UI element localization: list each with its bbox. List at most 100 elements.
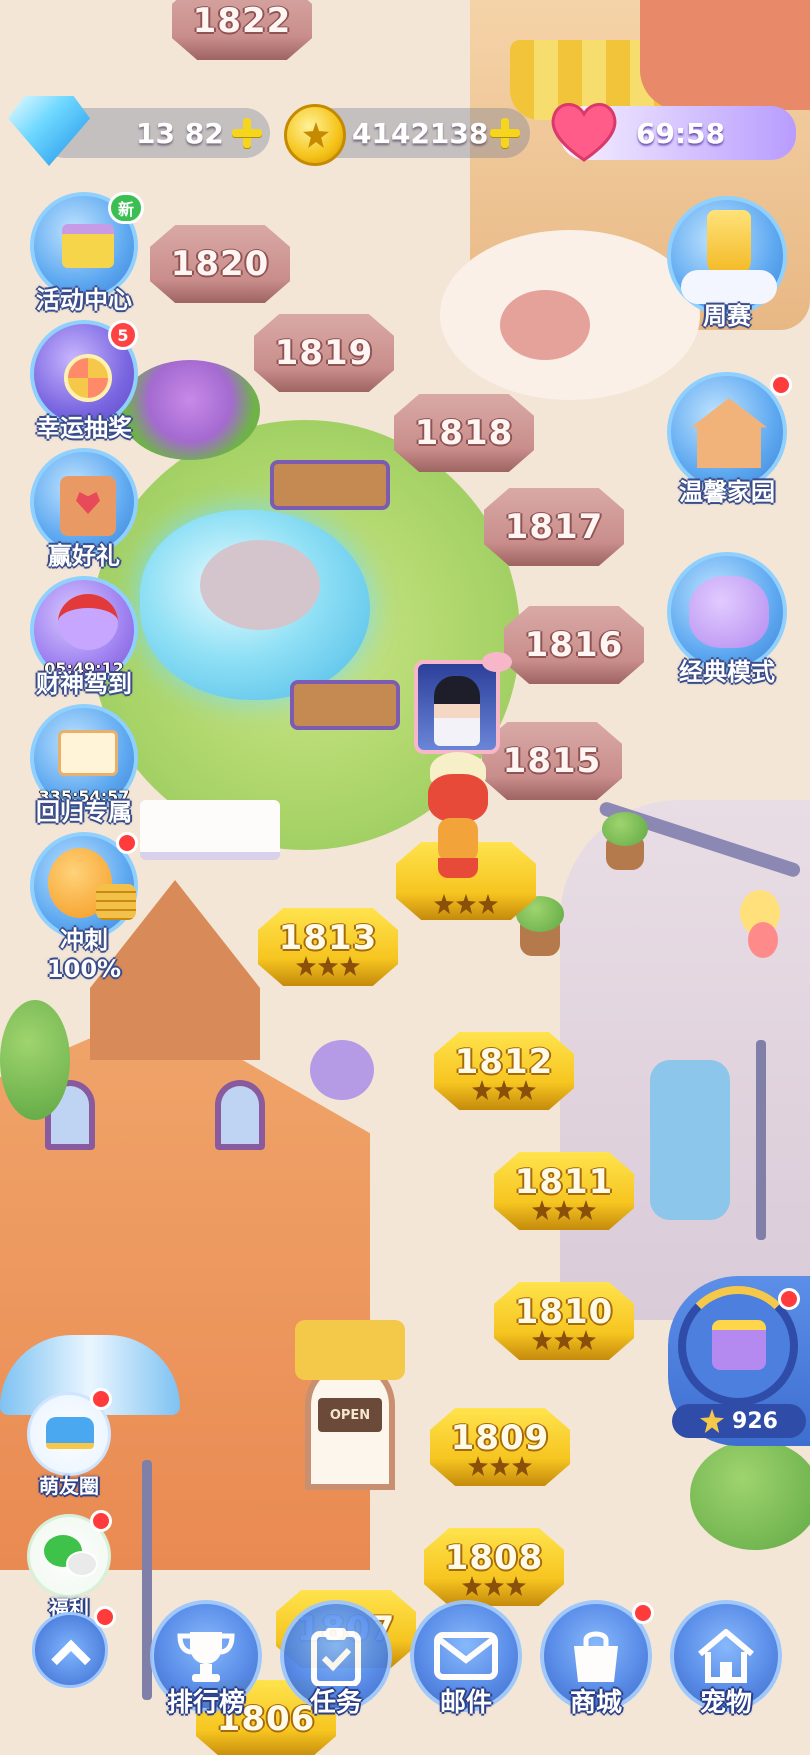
welfare-notification-dot <box>90 1510 112 1532</box>
player-avatar-frame[interactable] <box>414 652 512 754</box>
clipboard-icon <box>311 1628 361 1686</box>
house-icon <box>691 398 767 468</box>
lucky-draw-count-badge: 5 <box>108 320 138 350</box>
collapse-notification-dot <box>94 1606 116 1628</box>
star-icon <box>456 894 476 914</box>
win-gift-button[interactable]: 赢好礼 <box>24 448 144 571</box>
level-1819[interactable]: 1819 <box>254 314 394 392</box>
coin-star-icon <box>303 122 329 148</box>
star-icon <box>478 894 498 914</box>
lucky-draw-button[interactable]: 5 幸运抽奖 <box>24 320 144 443</box>
level-1810[interactable]: 1810 <box>494 1282 634 1360</box>
gift-box-icon <box>62 224 114 268</box>
bow-icon <box>482 652 512 672</box>
add-coin-icon[interactable] <box>490 118 520 148</box>
house-window-2 <box>215 1080 265 1150</box>
paw-print <box>500 290 590 360</box>
prize-wheel-icon <box>64 354 112 402</box>
balloon-pink <box>748 922 778 958</box>
level-number: 1819 <box>274 333 374 373</box>
letter-icon <box>58 730 118 776</box>
door-awning <box>295 1320 405 1380</box>
star-icon <box>516 1080 536 1100</box>
level-1809[interactable]: 1809 <box>430 1408 570 1486</box>
player-avatar <box>434 676 480 746</box>
level-number: 1808 <box>444 1538 544 1578</box>
new-badge: 新 <box>108 192 144 224</box>
friends-circle-button[interactable]: 萌友圈 <box>14 1388 124 1499</box>
level-number: 1816 <box>524 625 624 665</box>
level-1820[interactable]: 1820 <box>150 225 290 303</box>
weekly-contest-button[interactable]: 周赛 <box>660 196 794 331</box>
nav-ranking-label: 排行榜 <box>166 1688 245 1718</box>
classic-mode-label: 经典模式 <box>679 658 775 686</box>
potted-plant-2-leaves <box>602 812 648 846</box>
nav-pets-label: 宠物 <box>699 1688 752 1718</box>
diamond-value: 13 82 <box>136 116 224 150</box>
star-icon <box>532 1200 552 1220</box>
level-1812[interactable]: 1812 <box>434 1032 574 1110</box>
nav-ranking[interactable]: 排行榜 <box>150 1600 262 1740</box>
pet-head <box>428 774 488 822</box>
level-1808[interactable]: 1808 <box>424 1528 564 1606</box>
level-stars <box>532 1330 596 1350</box>
level-stars <box>472 1080 536 1100</box>
level-1811[interactable]: 1811 <box>494 1152 634 1230</box>
star-icon <box>576 1200 596 1220</box>
cozy-home-notification-dot <box>770 374 792 396</box>
activity-center-button[interactable]: 新 活动中心 <box>24 192 144 315</box>
shop-roof <box>640 0 810 110</box>
star-icon <box>434 894 454 914</box>
welfare-button[interactable]: 福利 <box>14 1510 124 1621</box>
add-diamond-icon[interactable] <box>232 118 262 148</box>
map-stage[interactable]: OPEN 1822 1820 1819 1818 1817 1816 1815 … <box>0 0 810 1755</box>
fountain-rock <box>200 540 320 630</box>
shopping-bag-icon <box>574 1631 618 1682</box>
star-icon <box>484 1576 504 1596</box>
lives-timer: 69:58 <box>636 116 726 150</box>
open-sign: OPEN <box>318 1398 382 1432</box>
nav-tasks-label: 任务 <box>309 1688 362 1718</box>
friends-notification-dot <box>90 1388 112 1410</box>
nav-shop[interactable]: 商城 <box>540 1600 654 1740</box>
god-of-wealth-button[interactable]: 05:49:12 财神驾到 <box>24 576 144 699</box>
mail-icon <box>434 1632 498 1680</box>
nav-mail[interactable]: 邮件 <box>410 1600 522 1740</box>
return-exclusive-button[interactable]: 335:54:57 回归专属 <box>24 704 144 827</box>
level-1813[interactable]: 1813 <box>258 908 398 986</box>
star-chest-notification-dot <box>778 1288 800 1310</box>
level-1817[interactable]: 1817 <box>484 488 624 566</box>
wealth-cat-icon <box>58 594 118 650</box>
pet-legs <box>438 858 478 878</box>
heart-icon <box>548 98 620 164</box>
level-number: 1820 <box>170 244 270 284</box>
shop-notification-dot <box>632 1602 654 1624</box>
star-chest-button[interactable]: 926 <box>668 1276 810 1446</box>
star-icon <box>506 1576 526 1596</box>
level-1822[interactable]: 1822 <box>172 0 312 60</box>
level-1816[interactable]: 1816 <box>504 606 644 684</box>
level-stars <box>434 894 498 914</box>
star-icon <box>318 956 338 976</box>
level-number: 1822 <box>192 1 292 41</box>
coin-value: 4142138 <box>352 116 489 150</box>
heart-mini-icon <box>76 492 100 514</box>
sprint-label: 冲刺100% <box>46 926 122 983</box>
piano <box>140 800 280 860</box>
level-1818[interactable]: 1818 <box>394 394 534 472</box>
level-number: 1813 <box>278 918 378 958</box>
canal-water <box>650 1060 730 1220</box>
nav-tasks[interactable]: 任务 <box>280 1600 392 1740</box>
park-bench-1 <box>270 460 390 510</box>
star-icon <box>462 1576 482 1596</box>
star-count-pill: 926 <box>672 1404 806 1438</box>
classic-mode-button[interactable]: 经典模式 <box>660 552 794 687</box>
cozy-home-button[interactable]: 温馨家园 <box>660 372 794 507</box>
open-sign-text: OPEN <box>329 1407 371 1423</box>
win-gift-label: 赢好礼 <box>48 542 120 570</box>
sprint-button[interactable]: 冲刺100% <box>24 832 144 983</box>
street-lamp-right <box>756 1040 766 1240</box>
nav-pets[interactable]: 宠物 <box>670 1600 782 1740</box>
trophy-nav-icon <box>177 1632 235 1682</box>
cozy-home-label: 温馨家园 <box>679 478 775 506</box>
